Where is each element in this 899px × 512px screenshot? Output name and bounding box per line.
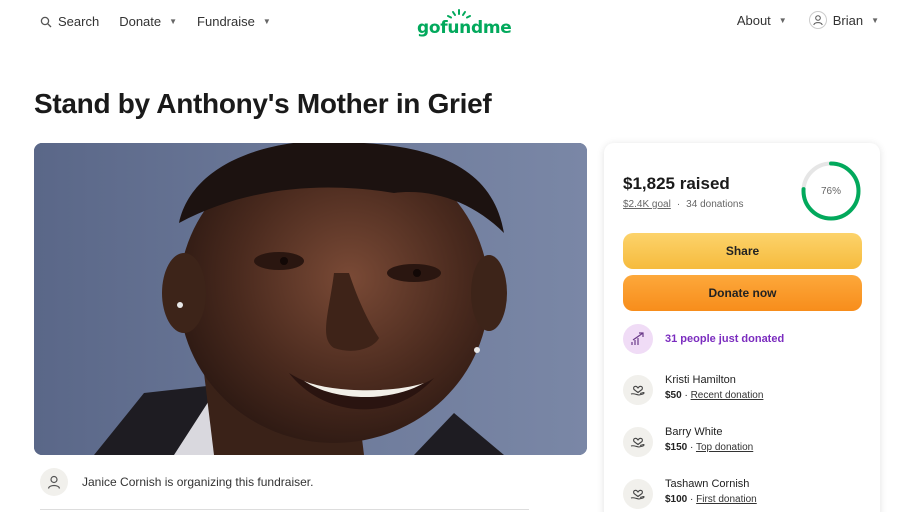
logo-text: gofundme <box>417 18 512 38</box>
donor-meta: $150 · Top donation <box>665 442 754 453</box>
donor-item: Kristi Hamilton $50 · Recent donation <box>623 374 763 405</box>
organizer-text: Janice Cornish is organizing this fundra… <box>82 475 314 489</box>
page-title: Stand by Anthony's Mother in Grief <box>34 88 492 119</box>
trending-up-icon <box>623 324 653 354</box>
donor-amount: $100 <box>665 494 688 505</box>
goal-line: $2.4K goal · 34 donations <box>623 199 743 210</box>
chevron-down-icon: ▼ <box>778 15 787 25</box>
heart-hand-icon <box>623 427 653 457</box>
nav-donate[interactable]: Donate ▼ <box>119 14 177 29</box>
chevron-down-icon: ▼ <box>169 17 178 26</box>
donor-item: Tashawn Cornish $100 · First donation <box>623 478 757 509</box>
nav-user-label: Brian <box>832 12 864 28</box>
donor-tag-link[interactable]: Recent donation <box>691 390 764 401</box>
goal-separator: · <box>676 199 681 210</box>
nav-user-menu[interactable]: Brian ▼ <box>808 11 879 29</box>
chevron-down-icon: ▼ <box>871 15 879 25</box>
user-icon <box>808 11 827 29</box>
raised-amount: $1,825 raised <box>623 174 730 193</box>
heart-hand-icon <box>623 375 653 405</box>
donor-amount: $150 <box>665 442 688 453</box>
nav-donate-label: Donate <box>119 14 162 29</box>
nav-about[interactable]: About ▼ <box>737 13 787 28</box>
donor-amount: $50 <box>665 390 682 401</box>
donate-now-button[interactable]: Donate now <box>623 275 862 311</box>
user-icon <box>40 468 68 496</box>
donor-name: Barry White <box>665 426 723 438</box>
nav-fundraise[interactable]: Fundraise ▼ <box>197 14 271 29</box>
nav-fundraise-label: Fundraise <box>197 14 255 29</box>
donor-name: Kristi Hamilton <box>665 374 736 386</box>
heart-hand-icon <box>623 479 653 509</box>
gofundme-logo[interactable]: gofundme <box>417 8 512 38</box>
nav-search[interactable]: Search <box>40 14 99 29</box>
just-donated-text: 31 people just donated <box>665 333 785 345</box>
top-nav: Search Donate ▼ Fundraise ▼ gofundme Abo… <box>0 0 899 44</box>
nav-left: Search Donate ▼ Fundraise ▼ <box>40 14 271 29</box>
progress-label: 76% <box>820 185 841 197</box>
search-icon <box>40 16 52 27</box>
donor-name: Tashawn Cornish <box>665 478 750 490</box>
goal-link[interactable]: $2.4K goal <box>623 199 671 210</box>
donor-tag-link[interactable]: Top donation <box>696 442 753 453</box>
just-donated-row: 31 people just donated <box>623 324 784 354</box>
donor-tag-link[interactable]: First donation <box>696 494 757 505</box>
chevron-down-icon: ▼ <box>262 17 271 26</box>
organizer-row: Janice Cornish is organizing this fundra… <box>40 468 313 496</box>
divider <box>40 509 529 510</box>
donor-meta: $100 · First donation <box>665 494 757 505</box>
nav-search-label: Search <box>58 14 100 29</box>
hero-photo <box>34 143 587 455</box>
nav-right: About ▼ Brian ▼ <box>737 11 879 29</box>
donation-count: 34 donations <box>686 199 744 210</box>
donation-card: $1,825 raised $2.4K goal · 34 donations … <box>604 143 880 512</box>
portrait-image <box>34 143 587 455</box>
share-button[interactable]: Share <box>623 233 862 269</box>
donor-item: Barry White $150 · Top donation <box>623 426 753 457</box>
donor-meta: $50 · Recent donation <box>665 390 764 401</box>
nav-about-label: About <box>736 12 771 28</box>
